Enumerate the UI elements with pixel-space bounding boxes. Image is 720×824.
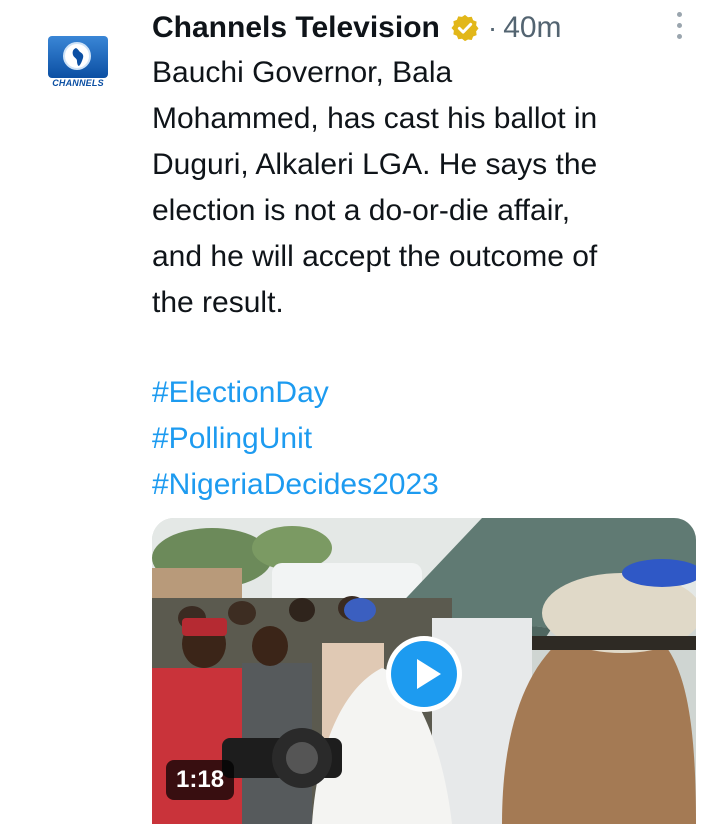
tweet-text-line: the result.	[152, 286, 284, 319]
hashtag-link[interactable]: #PollingUnit	[152, 416, 439, 462]
tweet-text: Bauchi Governor, Bala Mohammed, has cast…	[152, 50, 700, 326]
play-button[interactable]	[386, 636, 462, 712]
tweet-text-line: and he will accept the outcome of	[152, 240, 598, 273]
timestamp[interactable]: 40m	[503, 11, 561, 45]
tweet-text-line: Duguri, Alkaleri LGA. He says the	[152, 148, 598, 181]
separator-dot: ·	[487, 12, 498, 43]
tweet-text-line: election is not a do-or-die affair,	[152, 194, 571, 227]
globe-icon	[63, 42, 91, 70]
more-options-icon[interactable]	[672, 12, 686, 44]
hashtag-list: #ElectionDay #PollingUnit #NigeriaDecide…	[152, 370, 439, 508]
tweet-text-line: Bauchi Governor, Bala	[152, 56, 453, 89]
hashtag-link[interactable]: #NigeriaDecides2023	[152, 462, 439, 508]
author-name[interactable]: Channels Television	[152, 11, 440, 45]
channels-logo	[48, 36, 108, 78]
video-duration: 1:18	[166, 760, 235, 800]
avatar-caption: CHANNELS	[52, 78, 104, 88]
avatar[interactable]: CHANNELS	[48, 36, 108, 96]
verified-badge-icon	[450, 13, 480, 43]
video-thumbnail[interactable]: 1:18	[152, 518, 696, 824]
tweet-text-line: Mohammed, has cast his ballot in	[152, 102, 598, 135]
hashtag-link[interactable]: #ElectionDay	[152, 370, 439, 416]
play-icon	[417, 659, 441, 689]
tweet-header: Channels Television · 40m	[152, 8, 562, 48]
